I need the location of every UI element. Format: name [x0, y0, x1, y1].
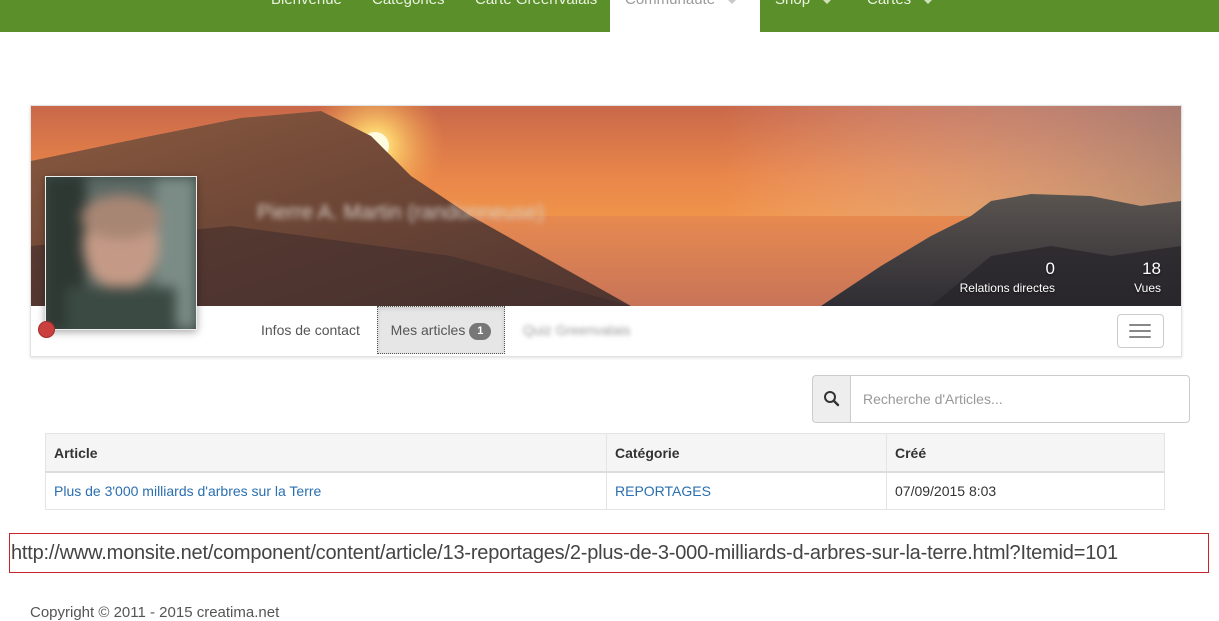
column-header-article[interactable]: Article [45, 433, 607, 473]
tab-quiz[interactable]: Quiz Greenvalais [523, 306, 630, 354]
stat-relations[interactable]: 0 Relations directes [955, 259, 1055, 295]
table-row: Plus de 3'000 milliards d'arbres sur la … [45, 471, 1165, 510]
column-header-cree[interactable]: Créé [886, 433, 1165, 473]
nav-item-label: Communauté [625, 0, 715, 8]
article-title-link[interactable]: Plus de 3'000 milliards d'arbres sur la … [54, 483, 321, 499]
url-annotation: http://www.monsite.net/component/content… [9, 533, 1209, 573]
stat-views[interactable]: 18 Vues [1091, 259, 1161, 295]
stat-views-value: 18 [1142, 259, 1161, 278]
search-button[interactable] [812, 375, 851, 423]
nav-item-shop[interactable]: Shop [775, 0, 835, 32]
nav-item-label: Cartes [867, 0, 911, 8]
stat-relations-label: Relations directes [959, 281, 1055, 295]
tab-infos-contact[interactable]: Infos de contact [261, 306, 360, 354]
stat-views-label: Vues [1134, 281, 1161, 295]
tab-label: Quiz Greenvalais [523, 322, 631, 338]
chevron-down-icon [725, 0, 740, 4]
profile-card: Pierre A. Martin (randonneuse) 0 Relatio… [30, 105, 1182, 357]
footer-copyright: Copyright © 2011 - 2015 creatima.net [30, 604, 280, 621]
nav-item-communaute[interactable]: Communauté [610, 0, 760, 32]
article-count-badge: 1 [469, 322, 492, 340]
tab-mes-articles[interactable]: Mes articles 1 [377, 306, 505, 354]
table-header-row: Article Catégorie Créé [45, 433, 1165, 473]
hamburger-icon [1129, 336, 1151, 338]
menu-toggle-button[interactable] [1117, 314, 1164, 348]
top-navbar: Bienvenue Catégories Carte GreenValais C… [0, 0, 1219, 32]
nav-item-carte-greenvalais[interactable]: Carte GreenValais [475, 0, 597, 32]
profile-name: Pierre A. Martin (randonneuse) [257, 201, 545, 224]
search-input[interactable] [850, 375, 1190, 423]
avatar[interactable] [45, 176, 197, 330]
tab-label: Infos de contact [261, 322, 360, 338]
nav-item-bienvenue[interactable]: Bienvenue [271, 0, 342, 32]
hamburger-icon [1129, 330, 1151, 332]
stat-relations-value: 0 [1045, 259, 1055, 278]
nav-item-label: Bienvenue [271, 0, 342, 8]
chevron-down-icon [921, 0, 936, 4]
profile-tabs: Infos de contact Mes articles 1 Quiz Gree… [31, 306, 1181, 356]
nav-item-label: Catégories [372, 0, 445, 8]
article-cell: Plus de 3'000 milliards d'arbres sur la … [45, 471, 607, 510]
avatar-image [46, 177, 196, 329]
nav-item-label: Carte GreenValais [475, 0, 597, 8]
online-status-indicator [38, 321, 55, 338]
search-icon [824, 391, 840, 407]
chevron-down-icon [820, 0, 835, 4]
tab-label: Mes articles [390, 322, 466, 338]
category-link[interactable]: REPORTAGES [615, 483, 711, 499]
category-cell: REPORTAGES [606, 471, 887, 510]
nav-item-cartes[interactable]: Cartes [867, 0, 936, 32]
created-date-cell: 07/09/2015 8:03 [886, 471, 1165, 510]
nav-item-label: Shop [775, 0, 810, 8]
nav-item-categories[interactable]: Catégories [372, 0, 445, 32]
hamburger-icon [1129, 324, 1151, 326]
column-header-categorie[interactable]: Catégorie [606, 433, 887, 473]
articles-table: Article Catégorie Créé Plus de 3'000 mil… [45, 433, 1165, 510]
